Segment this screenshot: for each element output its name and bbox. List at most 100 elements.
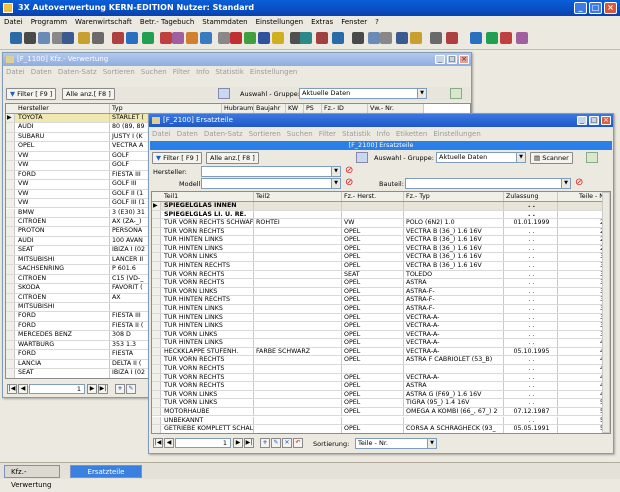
- table-row[interactable]: TUR VORN RECHTSOPELASTRA. .33: [152, 279, 610, 288]
- table-row[interactable]: TUR VORN RECHTS SCHWAF ROHTEI VW POLO (6N2)…: [152, 219, 610, 228]
- export-icon[interactable]: [450, 88, 462, 99]
- menu-item[interactable]: ?: [371, 18, 383, 26]
- toolbar-icon-14[interactable]: [218, 32, 230, 44]
- toolbar-icon-25[interactable]: [380, 32, 392, 44]
- scanner-button[interactable]: ▤ Scanner: [530, 152, 573, 164]
- table-row[interactable]: TUR HINTEN LINKS OPEL VECTRA B (36_) 1.6 1…: [152, 236, 610, 245]
- close-button[interactable]: ×: [604, 2, 617, 14]
- table-row[interactable]: TUR HINTEN LINKSOPELVECTRA-A-. .38: [152, 322, 610, 331]
- table-row[interactable]: TUR VORN LINKS OPEL TIGRA (95_) 1.4 16V. .…: [152, 399, 610, 408]
- toolbar-icon-27[interactable]: [410, 32, 422, 44]
- table-row[interactable]: TUR VORN LINKS OPEL ASTRA G (F69_) 1.6 16V…: [152, 390, 610, 400]
- column-header[interactable]: PS: [304, 104, 322, 113]
- table-row[interactable]: TUR HINTEN RECHTS OPEL VECTRA B (36_) 1.6 …: [152, 262, 610, 271]
- menu-item[interactable]: Daten: [174, 130, 201, 138]
- add-record-button[interactable]: +: [260, 438, 270, 448]
- column-header[interactable]: Vw.- Nr.: [368, 104, 424, 113]
- column-header[interactable]: Zulassung: [504, 192, 558, 201]
- table-row[interactable]: TUR HINTEN LINKSOPELVECTRA-A-. .40: [152, 339, 610, 348]
- ers-close-button[interactable]: ×: [601, 116, 611, 125]
- first-record-button[interactable]: |◀: [153, 438, 163, 448]
- table-row[interactable]: SPIEGELGLAS LI. U. RE.. .2: [152, 210, 610, 220]
- table-row[interactable]: GETRIEBE KOMPLETT SCHAL OPEL CORSA A SCHRÄ…: [152, 425, 610, 433]
- menu-item[interactable]: Einstellungen: [247, 68, 300, 76]
- menu-item[interactable]: Suchen: [284, 130, 316, 138]
- toolbar-icon-29[interactable]: [446, 32, 458, 44]
- menu-item[interactable]: Stammdaten: [198, 18, 251, 26]
- column-header[interactable]: Teil2: [254, 192, 342, 201]
- kfz-group-select[interactable]: Aktuelle Daten ▼: [299, 88, 427, 99]
- menu-item[interactable]: Info: [374, 130, 393, 138]
- ers-show-all-button[interactable]: Alle anz.[ F8 ]: [206, 152, 259, 164]
- table-row[interactable]: TUR VORN RECHTS OPEL ASTRA F CABRIOLET (53…: [152, 356, 610, 366]
- toolbar-icon-33[interactable]: [516, 32, 528, 44]
- task-ersatzteile[interactable]: Ersatzteile: [70, 465, 142, 478]
- table-row[interactable]: TUR VORN LINKSOPELVECTRA-A-. .39: [152, 330, 610, 340]
- menu-item[interactable]: Filter: [316, 130, 339, 138]
- table-row[interactable]: TUR HINTEN LINKS OPEL VECTRA B (36_) 1.6 1…: [152, 244, 610, 254]
- menu-item[interactable]: Extras: [307, 18, 337, 26]
- table-row[interactable]: ▶SPIEGELGLAS INNEN. .1: [152, 202, 610, 211]
- toolbar-icon-12[interactable]: [186, 32, 198, 44]
- table-row[interactable]: MOTORHAUBE OPEL OMEGA A KOMBI (66_, 67_) 2…: [152, 407, 610, 417]
- toolbar-icon-21[interactable]: [316, 32, 328, 44]
- maximize-button[interactable]: □: [589, 2, 602, 14]
- toolbar-icon-10[interactable]: [160, 32, 172, 44]
- clear-modell-icon[interactable]: ⊘: [345, 178, 357, 189]
- menu-item[interactable]: Daten-Satz: [55, 68, 100, 76]
- menu-item[interactable]: Sortieren: [246, 130, 284, 138]
- column-header[interactable]: Hubraum: [222, 104, 254, 113]
- menu-item[interactable]: Einstellungen: [252, 18, 307, 26]
- next-record-button[interactable]: ▶: [87, 384, 97, 394]
- toolbar-icon-18[interactable]: [272, 32, 284, 44]
- add-record-button[interactable]: +: [115, 384, 125, 394]
- menu-item[interactable]: Programm: [27, 18, 71, 26]
- column-header[interactable]: KW: [286, 104, 304, 113]
- toolbar-icon-30[interactable]: [470, 32, 482, 44]
- table-row[interactable]: TUR VORN LINKSOPELASTRA-F-. .34: [152, 287, 610, 297]
- menu-item[interactable]: Betr.- Tagebuch: [136, 18, 198, 26]
- clear-bauteil-icon[interactable]: ⊘: [575, 178, 587, 189]
- menu-item[interactable]: Sortieren: [100, 68, 138, 76]
- sort-select[interactable]: Teile - Nr. ▼: [355, 438, 437, 449]
- toolbar-icon-28[interactable]: [430, 32, 442, 44]
- menu-item[interactable]: Datei: [0, 18, 27, 26]
- table-row[interactable]: TUR HINTEN LINKSOPELASTRA-F-. .36: [152, 304, 610, 314]
- toolbar-icon-2[interactable]: [38, 32, 50, 44]
- toolbar-icon-23[interactable]: [352, 32, 364, 44]
- ers-minimize-button[interactable]: _: [577, 116, 587, 125]
- kfz-restore-button[interactable]: □: [447, 55, 457, 64]
- toolbar-icon-4[interactable]: [62, 32, 74, 44]
- ers-record-position[interactable]: 1: [175, 438, 231, 448]
- table-row[interactable]: TUR HINTEN LINKSOPELVECTRA-A-. .37: [152, 313, 610, 323]
- table-row[interactable]: TUR VORN RECHTS OPEL VECTRA B (36_) 1.6 16…: [152, 227, 610, 237]
- first-record-button[interactable]: |◀: [7, 384, 17, 394]
- column-header[interactable]: Typ: [110, 104, 222, 113]
- last-record-button[interactable]: ▶|: [244, 438, 254, 448]
- column-header[interactable]: Fz.- Herst.: [342, 192, 404, 201]
- toolbar-icon-16[interactable]: [244, 32, 256, 44]
- table-row[interactable]: TUR VORN RECHTSOPELASTRA. .48: [152, 382, 610, 391]
- toolbar-icon-22[interactable]: [332, 32, 344, 44]
- toolbar-icon-7[interactable]: [112, 32, 124, 44]
- bauteil-select[interactable]: ▼: [405, 178, 571, 189]
- ers-filter-button[interactable]: ▼ Filter [ F9 ]: [152, 152, 203, 164]
- toolbar-icon-32[interactable]: [500, 32, 512, 44]
- binoculars-icon[interactable]: [356, 152, 368, 163]
- menu-item[interactable]: Fenster: [337, 18, 371, 26]
- menu-item[interactable]: Filter: [170, 68, 193, 76]
- prev-record-button[interactable]: ◀: [164, 438, 174, 448]
- clear-hersteller-icon[interactable]: ⊘: [345, 166, 357, 177]
- menu-item[interactable]: Suchen: [138, 68, 170, 76]
- toolbar-icon-0[interactable]: [10, 32, 22, 44]
- kfz-minimize-button[interactable]: _: [435, 55, 445, 64]
- modell-select[interactable]: ▼: [201, 178, 341, 189]
- next-record-button[interactable]: ▶: [233, 438, 243, 448]
- table-row[interactable]: UNBEKANNT. .52: [152, 416, 610, 426]
- toolbar-icon-8[interactable]: [126, 32, 138, 44]
- menu-item[interactable]: Datei: [3, 68, 28, 76]
- column-header[interactable]: Baujahr: [254, 104, 286, 113]
- table-row[interactable]: HECKKLAPPE STUFENH. FARBE SCHWARZ OPEL VECT…: [152, 347, 610, 357]
- kfz-close-button[interactable]: ×: [459, 55, 469, 64]
- menu-item[interactable]: Datei: [149, 130, 174, 138]
